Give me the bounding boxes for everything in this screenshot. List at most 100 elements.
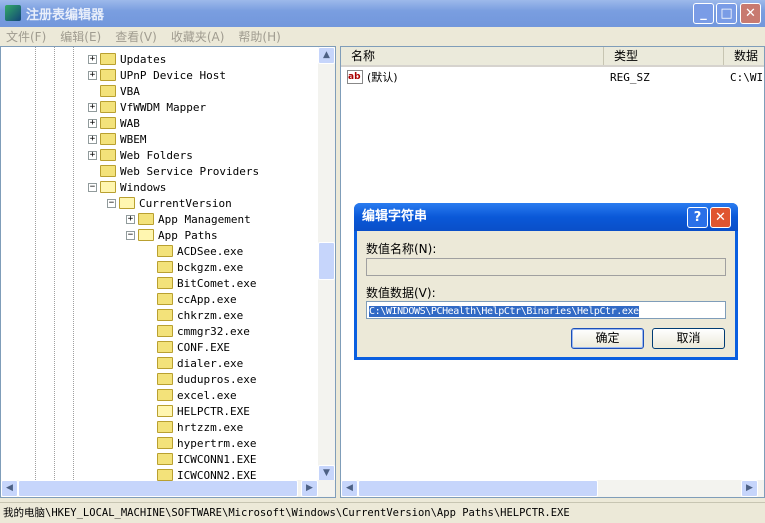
folder-icon	[138, 213, 154, 225]
scroll-right-button[interactable]: ▶	[301, 480, 318, 497]
cancel-button[interactable]: 取消	[652, 328, 725, 349]
tree-item[interactable]: + App Management	[126, 211, 251, 227]
folder-icon	[157, 293, 173, 305]
tree-item-label: excel.exe	[177, 388, 237, 402]
value-name-field[interactable]	[366, 258, 726, 276]
tree-item[interactable]: − CurrentVersion	[107, 195, 232, 211]
tree-item-label: bckgzm.exe	[177, 260, 244, 274]
collapse-icon[interactable]: −	[107, 198, 116, 208]
folder-icon	[100, 117, 116, 129]
string-value-icon: ab	[347, 70, 363, 84]
folder-icon	[157, 325, 173, 337]
dialog-close-button[interactable]: ✕	[710, 207, 731, 228]
tree-line	[73, 47, 74, 482]
tree-item-label: cmmgr32.exe	[177, 324, 250, 338]
tree-item[interactable]: Web Service Providers	[88, 163, 259, 179]
list-header: 名称 类型 数据	[341, 47, 764, 67]
tree-item[interactable]: CONF.EXE	[145, 339, 230, 355]
menu-favorites[interactable]: 收藏夹(A)	[171, 28, 225, 45]
tree-item[interactable]: BitComet.exe	[145, 275, 256, 291]
value-data-label: 数值数据(V):	[366, 286, 436, 300]
tree-item-label: ccApp.exe	[177, 292, 237, 306]
scroll-left-button[interactable]: ◀	[1, 480, 18, 497]
value-data: C:\WI	[730, 70, 764, 84]
tree-item[interactable]: + Web Folders	[88, 147, 193, 163]
tree-item-label: WBEM	[120, 132, 147, 146]
tree-item[interactable]: bckgzm.exe	[145, 259, 243, 275]
close-button[interactable]: ✕	[740, 3, 761, 24]
ok-button[interactable]: 确定	[571, 328, 644, 349]
tree-item[interactable]: + WBEM	[88, 131, 147, 147]
scroll-thumb[interactable]	[358, 480, 598, 497]
collapse-icon[interactable]: −	[88, 182, 97, 192]
list-horizontal-scrollbar[interactable]: ◀ ▶	[341, 480, 764, 497]
tree-item[interactable]: ICWCONN1.EXE	[145, 451, 256, 467]
expand-icon[interactable]: +	[88, 102, 97, 112]
tree-vertical-scrollbar[interactable]: ▲ ▼	[318, 47, 335, 482]
tree-item[interactable]: excel.exe	[145, 387, 237, 403]
menu-edit[interactable]: 编辑(E)	[60, 28, 101, 45]
column-data[interactable]: 数据	[724, 47, 764, 65]
list-row[interactable]: ab (默认) REG_SZ C:\WI	[347, 69, 764, 85]
tree-item[interactable]: HELPCTR.EXE	[145, 403, 250, 419]
column-type[interactable]: 类型	[604, 47, 724, 65]
open-folder-icon	[157, 405, 173, 417]
tree-item[interactable]: cmmgr32.exe	[145, 323, 250, 339]
scroll-right-button[interactable]: ▶	[741, 480, 758, 497]
tree-item-label: BitComet.exe	[177, 276, 257, 290]
scroll-thumb[interactable]	[318, 242, 335, 280]
column-name[interactable]: 名称	[341, 47, 604, 65]
tree-item[interactable]: − Windows	[88, 179, 166, 195]
expand-icon[interactable]: +	[126, 214, 135, 224]
tree-item-label: UPnP Device Host	[120, 68, 226, 82]
expand-icon[interactable]: +	[88, 150, 97, 160]
tree-item-label: VBA	[120, 84, 140, 98]
tree-item[interactable]: + VfWWDM Mapper	[88, 99, 206, 115]
help-button[interactable]: ?	[687, 207, 708, 228]
folder-icon	[157, 277, 173, 289]
tree-item[interactable]: + WAB	[88, 115, 140, 131]
tree-item[interactable]: − App Paths	[126, 227, 218, 243]
dialog-title: 编辑字符串	[362, 209, 428, 224]
tree-item-label: Web Service Providers	[120, 164, 260, 178]
tree-item[interactable]: ACDSee.exe	[145, 243, 243, 259]
tree-item[interactable]: dudupros.exe	[145, 371, 256, 387]
open-folder-icon	[119, 197, 135, 209]
window-title: 注册表编辑器	[26, 8, 105, 23]
tree-item[interactable]: dialer.exe	[145, 355, 243, 371]
tree-item[interactable]: hrtzzm.exe	[145, 419, 243, 435]
tree-item-label: chkrzm.exe	[177, 308, 244, 322]
value-name-label: 数值名称(N):	[366, 242, 437, 256]
value-name: (默认)	[367, 71, 398, 84]
tree-item-label: hypertrm.exe	[177, 436, 257, 450]
tree-item[interactable]: ICWCONN2.EXE	[145, 467, 256, 483]
tree-item-label: Windows	[120, 180, 167, 194]
tree-item-label: Updates	[120, 52, 167, 66]
folder-icon	[157, 437, 173, 449]
folder-icon	[157, 469, 173, 481]
tree-item[interactable]: VBA	[88, 83, 140, 99]
folder-icon	[157, 453, 173, 465]
tree-item[interactable]: + Updates	[88, 51, 166, 67]
menu-view[interactable]: 查看(V)	[115, 28, 157, 45]
expand-icon[interactable]: +	[88, 70, 97, 80]
expand-icon[interactable]: +	[88, 134, 97, 144]
expand-icon[interactable]: +	[88, 54, 97, 64]
value-data-field[interactable]: C:\WINDOWS\PCHealth\HelpCtr\Binaries\Hel…	[366, 301, 726, 319]
tree-item[interactable]: ccApp.exe	[145, 291, 237, 307]
collapse-icon[interactable]: −	[126, 230, 135, 240]
tree-item[interactable]: chkrzm.exe	[145, 307, 243, 323]
minimize-button[interactable]: _	[693, 3, 714, 24]
menu-help[interactable]: 帮助(H)	[238, 28, 280, 45]
menu-file[interactable]: 文件(F)	[6, 28, 46, 45]
maximize-button[interactable]: □	[716, 3, 737, 24]
scroll-left-button[interactable]: ◀	[341, 480, 358, 497]
tree-item[interactable]: hypertrm.exe	[145, 435, 256, 451]
tree-item[interactable]: + UPnP Device Host	[88, 67, 226, 83]
scroll-up-button[interactable]: ▲	[318, 47, 335, 64]
menu-bar: 文件(F) 编辑(E) 查看(V) 收藏夹(A) 帮助(H)	[0, 27, 765, 45]
tree-item-label: ICWCONN1.EXE	[177, 452, 257, 466]
value-data-text: C:\WINDOWS\PCHealth\HelpCtr\Binaries\Hel…	[369, 306, 639, 317]
expand-icon[interactable]: +	[88, 118, 97, 128]
tree-item-label: dialer.exe	[177, 356, 244, 370]
